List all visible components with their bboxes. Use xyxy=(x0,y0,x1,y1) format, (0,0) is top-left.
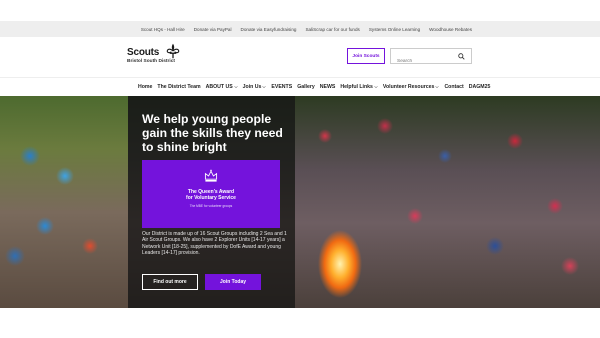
nav-item-home[interactable]: Home xyxy=(138,84,152,90)
campfire-image xyxy=(300,224,380,308)
search-box[interactable] xyxy=(390,48,472,69)
nav-item-about-us[interactable]: ABOUT US xyxy=(206,84,238,90)
find-out-more-button[interactable]: Find out more xyxy=(142,274,198,290)
search-input[interactable] xyxy=(391,54,451,69)
utility-link-easyfundraising[interactable]: Donate via Easyfundraising xyxy=(241,27,297,32)
utility-bar: Scout HQs - Hall Hire Donate via PayPal … xyxy=(0,21,600,37)
utility-link-paypal[interactable]: Donate via PayPal xyxy=(194,27,232,32)
utility-links: Scout HQs - Hall Hire Donate via PayPal … xyxy=(141,21,472,37)
hero-headline: We help young people gain the skills the… xyxy=(142,112,283,154)
chevron-down-icon xyxy=(374,85,378,88)
hero-photo-left xyxy=(0,96,128,308)
chevron-down-icon xyxy=(262,85,267,88)
hero-image xyxy=(0,96,600,308)
nav-item-dagm25[interactable]: DAGM25 xyxy=(469,84,491,90)
crown-icon xyxy=(204,169,218,182)
chevron-down-icon xyxy=(435,85,440,88)
utility-link-scrap-car[interactable]: SaliScrap car for our funds xyxy=(305,27,359,32)
site-header: Scouts Bristol South District xyxy=(0,37,600,77)
hero-description: Our District is made up of 16 Scout Grou… xyxy=(142,231,287,256)
logo-subtitle: Bristol South District xyxy=(127,59,175,64)
utility-link-rebates[interactable]: Woodhouse Rebates xyxy=(429,27,472,32)
nav-item-district-team[interactable]: The District Team xyxy=(157,84,200,90)
utility-link-hall-hire[interactable]: Scout HQs - Hall Hire xyxy=(141,27,185,32)
award-title: The Queen's Award for Voluntary Service xyxy=(186,189,236,201)
nav-item-join-us[interactable]: Join Us xyxy=(243,84,267,90)
nav-item-contact[interactable]: Contact xyxy=(444,84,463,90)
utility-link-online-learning[interactable]: Systems Online Learning xyxy=(369,27,420,32)
join-today-button[interactable]: Join Today xyxy=(205,274,261,290)
award-subtitle: The MBE for volunteer groups xyxy=(189,204,233,208)
nav-items: Home The District Team ABOUT US Join Us … xyxy=(138,78,490,95)
chevron-down-icon xyxy=(233,85,238,88)
main-nav: Home The District Team ABOUT US Join Us … xyxy=(0,77,600,94)
nav-item-events[interactable]: EVENTS xyxy=(271,84,292,90)
fleur-de-lis-icon xyxy=(166,43,180,59)
search-icon[interactable] xyxy=(458,53,465,60)
nav-item-gallery[interactable]: Gallery xyxy=(297,84,315,90)
join-scouts-button[interactable]: Join Scouts xyxy=(347,48,385,64)
queens-award-badge: The Queen's Award for Voluntary Service … xyxy=(142,160,280,228)
nav-item-news[interactable]: NEWS xyxy=(320,84,336,90)
nav-item-helpful-links[interactable]: Helpful Links xyxy=(340,84,378,90)
nav-item-volunteer-resources[interactable]: Volunteer Resources xyxy=(383,84,440,90)
